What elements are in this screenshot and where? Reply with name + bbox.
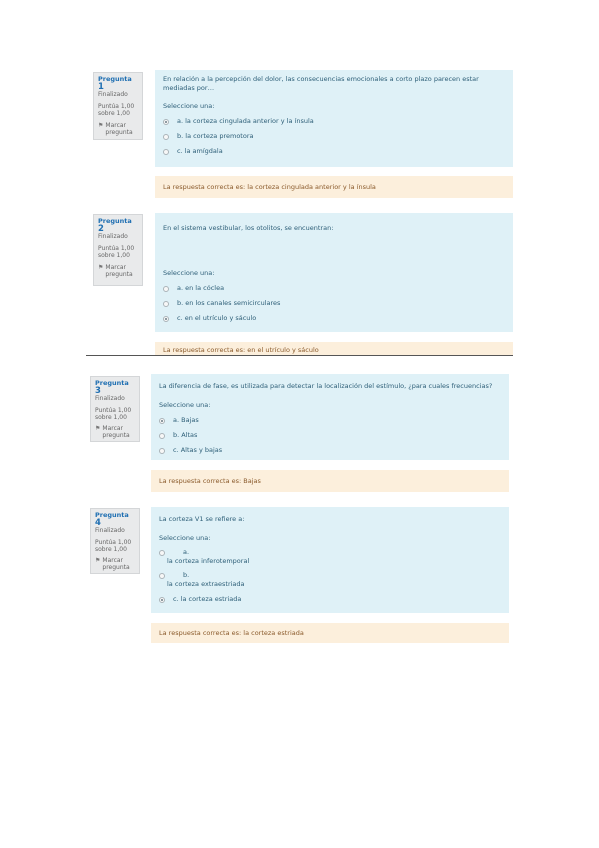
question-marks: Puntúa 1,00 sobre 1,00 (95, 538, 132, 554)
question-2-feedback: La respuesta correcta es: en el utrículo… (155, 342, 513, 355)
answer-option[interactable]: a. Bajas (159, 416, 501, 425)
question-state: Finalizado (98, 233, 128, 240)
question-3-content: La diferencia de fase, es utilizada para… (151, 374, 509, 460)
page-divider (86, 355, 513, 356)
answer-option[interactable]: a. la corteza cingulada anterior y la ín… (163, 117, 505, 126)
flag-question-link[interactable]: ⚑ Marcar pregunta (98, 264, 138, 279)
answer-prompt: Seleccione una: (163, 102, 215, 110)
question-text: En el sistema vestibular, los otolitos, … (163, 224, 334, 232)
radio-button[interactable] (159, 596, 165, 603)
flag-question-link[interactable]: ⚑ Marcar pregunta (98, 122, 138, 137)
radio-button[interactable] (159, 447, 165, 454)
question-3-feedback: La respuesta correcta es: Bajas (151, 470, 509, 492)
answer-prompt: Seleccione una: (163, 269, 215, 277)
question-state: Finalizado (98, 91, 128, 98)
answer-option[interactable]: b. la corteza extraestriada (159, 571, 501, 589)
question-marks: Puntúa 1,00 sobre 1,00 (98, 102, 135, 118)
question-text: La diferencia de fase, es utilizada para… (159, 382, 493, 390)
answer-option[interactable]: a. la corteza inferotemporal (159, 548, 501, 566)
answer-option[interactable]: b. la corteza premotora (163, 132, 505, 141)
answer-option[interactable]: c. la amígdala (163, 147, 505, 156)
answer-option[interactable]: a. en la cóclea (163, 284, 505, 293)
radio-button[interactable] (163, 300, 169, 307)
question-number: Pregunta 2 (98, 217, 132, 234)
question-state: Finalizado (95, 527, 125, 534)
question-3-info: Pregunta 3 Finalizado Puntúa 1,00 sobre … (90, 376, 140, 442)
radio-button[interactable] (163, 315, 169, 322)
question-2-content: En el sistema vestibular, los otolitos, … (155, 213, 513, 332)
question-1-info: Pregunta 1 Finalizado Puntúa 1,00 sobre … (93, 72, 143, 140)
question-number: Pregunta 3 (95, 379, 129, 396)
radio-button[interactable] (159, 573, 165, 579)
answer-option[interactable]: b. Altas (159, 431, 501, 440)
answer-prompt: Seleccione una: (159, 534, 211, 542)
flag-icon: ⚑ (98, 263, 104, 271)
question-marks: Puntúa 1,00 sobre 1,00 (98, 244, 135, 260)
question-1-feedback: La respuesta correcta es: la corteza cin… (155, 176, 513, 198)
radio-button[interactable] (163, 118, 169, 125)
answer-option[interactable]: c. en el utrículo y sáculo (163, 314, 505, 323)
radio-button[interactable] (163, 148, 169, 155)
answer-prompt: Seleccione una: (159, 401, 211, 409)
question-text: La corteza V1 se refiere a: (159, 515, 245, 523)
radio-button[interactable] (159, 432, 165, 439)
question-state: Finalizado (95, 395, 125, 402)
question-number: Pregunta 1 (98, 75, 132, 92)
flag-icon: ⚑ (95, 424, 101, 432)
answer-option[interactable]: c. Altas y bajas (159, 446, 501, 455)
question-2-info: Pregunta 2 Finalizado Puntúa 1,00 sobre … (93, 214, 143, 286)
flag-question-link[interactable]: ⚑ Marcar pregunta (95, 557, 135, 572)
radio-button[interactable] (163, 133, 169, 140)
question-4-feedback: La respuesta correcta es: la corteza est… (151, 623, 509, 643)
flag-icon: ⚑ (98, 121, 104, 129)
answer-option[interactable]: c. la corteza estriada (159, 595, 501, 604)
flag-icon: ⚑ (95, 556, 101, 564)
question-1-content: En relación a la percepción del dolor, l… (155, 70, 513, 167)
question-text: En relación a la percepción del dolor, l… (163, 75, 479, 92)
question-number: Pregunta 4 (95, 511, 129, 528)
flag-question-link[interactable]: ⚑ Marcar pregunta (95, 425, 135, 440)
question-4-content: La corteza V1 se refiere a: Seleccione u… (151, 507, 509, 613)
radio-button[interactable] (159, 417, 165, 424)
radio-button[interactable] (159, 550, 165, 556)
answer-option[interactable]: b. en los canales semicirculares (163, 299, 505, 308)
question-4-info: Pregunta 4 Finalizado Puntúa 1,00 sobre … (90, 508, 140, 574)
question-marks: Puntúa 1,00 sobre 1,00 (95, 406, 132, 422)
radio-button[interactable] (163, 285, 169, 292)
